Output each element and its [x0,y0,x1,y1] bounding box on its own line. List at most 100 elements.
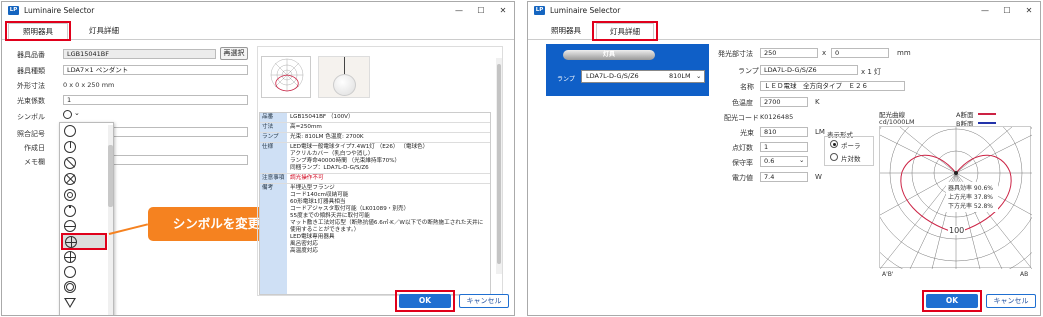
left-window: LP Luminaire Selector — ☐ ✕ 照明器具 灯具詳細 器具… [1,1,515,316]
chevron-down-icon: ⌄ [799,156,805,164]
name-field[interactable]: ＬＥＤ電球 全方向タイプ Ｅ２６ [760,81,905,91]
label-semilog: 片対数 [841,155,861,163]
polar-thumbnail [261,56,311,98]
label-memo: メモ欄 [24,158,45,166]
minimize-button[interactable]: — [976,5,994,17]
app-logo-icon: LP [534,6,545,15]
maximize-button[interactable]: ☐ [998,5,1016,17]
light-code-value: K0126485 [760,113,794,121]
tab-bar [2,39,514,40]
type-field[interactable]: LDA7×1 ペンダント [63,65,248,75]
reselect-button[interactable]: 再選択 [220,47,248,60]
lamp-count-field[interactable]: 1 [760,142,808,152]
label-lamp: ランプ [738,67,759,75]
chevron-down-icon: ⌄ [696,72,702,80]
lamp-select[interactable]: LDA7L-D-G/S/Z6 810LM ⌄ [581,70,705,83]
label-emit-size: 発光部寸法 [718,50,753,58]
symbol-ring-double-icon[interactable] [64,281,76,293]
symbol-cross-circle-alt-icon[interactable] [64,251,76,263]
label-color-temp: 色温度 [732,99,753,107]
stat-downward: 下方光率 52.8% [948,203,993,210]
symbol-current-icon [63,110,72,119]
lamp-field[interactable]: LDA7L-D-G/S/Z6 [760,65,858,75]
ok-button[interactable]: OK [399,294,451,308]
app-logo-icon: LP [8,6,19,15]
label-polar: ポーラ [841,142,861,150]
symbol-circle-icon[interactable] [64,125,76,137]
maintenance-select[interactable]: 0.6 ⌄ [760,156,808,167]
emit-depth-field[interactable]: 0 [831,48,889,58]
symbol-list-scrollbar[interactable] [108,125,113,315]
minimize-button[interactable]: — [450,5,468,17]
preview-scrollbar[interactable] [496,58,502,274]
curve-unit: cd/1000LM [879,118,915,126]
axis-right-label: AB [1020,271,1029,278]
symbol-double-circle-icon[interactable] [64,189,76,201]
spec-row: 品番 LGB15041BF （100V） [260,113,490,123]
mm-unit: mm [897,49,911,57]
lamp-label: ランプ [557,76,575,83]
pendant-globe-icon [333,74,356,96]
symbol-cross-circle-icon [65,236,77,248]
label-type: 器具種類 [17,67,45,75]
spec-row: 備考 半埋込型フランジ コード140cm収納可能 60形電球1灯器具相当 コードア… [260,184,490,294]
scrollbar-thumb[interactable] [497,64,501,264]
match-code-field[interactable] [101,127,248,137]
lamp-selector-panel: 灯具 ランプ LDA7L-D-G/S/Z6 810LM ⌄ [546,44,709,96]
label-flux-factor: 光束係数 [17,97,45,105]
label-date: 作成日 [24,144,45,152]
label-maintenance: 保守率 [732,159,753,167]
label-flux: 光束 [740,129,754,137]
label-name: 名称 [740,83,754,91]
symbol-dot-circle-icon[interactable] [64,205,76,217]
right-window: LP Luminaire Selector — ☐ ✕ 照明器具 灯具詳細 灯具… [527,1,1041,316]
flux-unit: LM [815,128,825,136]
close-button[interactable]: ✕ [1020,5,1038,17]
symbol-ring-icon[interactable] [64,266,76,278]
fixture-pill-button[interactable]: 灯具 [563,50,655,60]
symbol-x-circle-icon[interactable] [64,173,76,185]
symbol-bar-circle-icon[interactable] [64,220,76,232]
cancel-button[interactable]: キャンセル [459,294,509,308]
label-symbol: シンボル [17,113,45,121]
symbol-t-circle-icon[interactable] [64,141,76,153]
tab-highlight [5,21,71,41]
label-match-code: 照合記号 [17,130,45,138]
emit-width-field[interactable]: 250 [760,48,818,58]
symbol-selected-row[interactable] [61,233,107,250]
radio-semilog[interactable] [830,153,838,161]
title-bar: LP Luminaire Selector — ☐ ✕ [528,2,1040,20]
model-field[interactable]: LGB15041BF [63,49,216,59]
memo-field[interactable] [101,155,248,165]
label-lamp-count: 点灯数 [732,144,753,152]
maximize-button[interactable]: ☐ [472,5,490,17]
label-model: 器具品番 [17,51,45,59]
lamp-select-value: LDA7L-D-G/S/Z6 [586,72,639,80]
callout-connector [108,223,149,235]
ok-button[interactable]: OK [926,294,978,308]
tab-highlight [592,21,658,41]
flux-factor-field[interactable]: 1 [63,95,248,105]
spec-row-notice: 注意事項 調光操作不可 [260,174,490,184]
lamp-select-lm: 810LM [669,72,691,80]
title-bar: LP Luminaire Selector — ☐ ✕ [2,2,514,20]
radio-polar[interactable] [830,140,838,148]
polar-tick-100: 100 [948,226,966,235]
window-title: Luminaire Selector [24,6,95,15]
flux-field[interactable]: 810 [760,127,808,137]
color-temp-field[interactable]: 2700 [760,97,808,107]
tab-lamp-detail[interactable]: 灯具詳細 [74,23,134,39]
tab-fixture[interactable]: 照明器具 [536,23,596,39]
scrollbar-thumb[interactable] [108,145,113,207]
legend-b-line [978,122,996,124]
chevron-down-icon: ⌄ [74,109,80,117]
close-button[interactable]: ✕ [494,5,512,17]
window-title: Luminaire Selector [550,6,621,15]
symbol-slash-circle-icon[interactable] [64,157,76,169]
cancel-button[interactable]: キャンセル [986,294,1036,308]
symbol-dropdown[interactable]: ⌄ [62,108,82,122]
spec-row: ランプ 光束: 810LM 色温度: 2700K [260,133,490,143]
color-temp-unit: K [815,98,820,106]
stat-efficiency: 器具効率 90.6% [948,185,993,192]
power-field[interactable]: 7.4 [760,172,808,182]
